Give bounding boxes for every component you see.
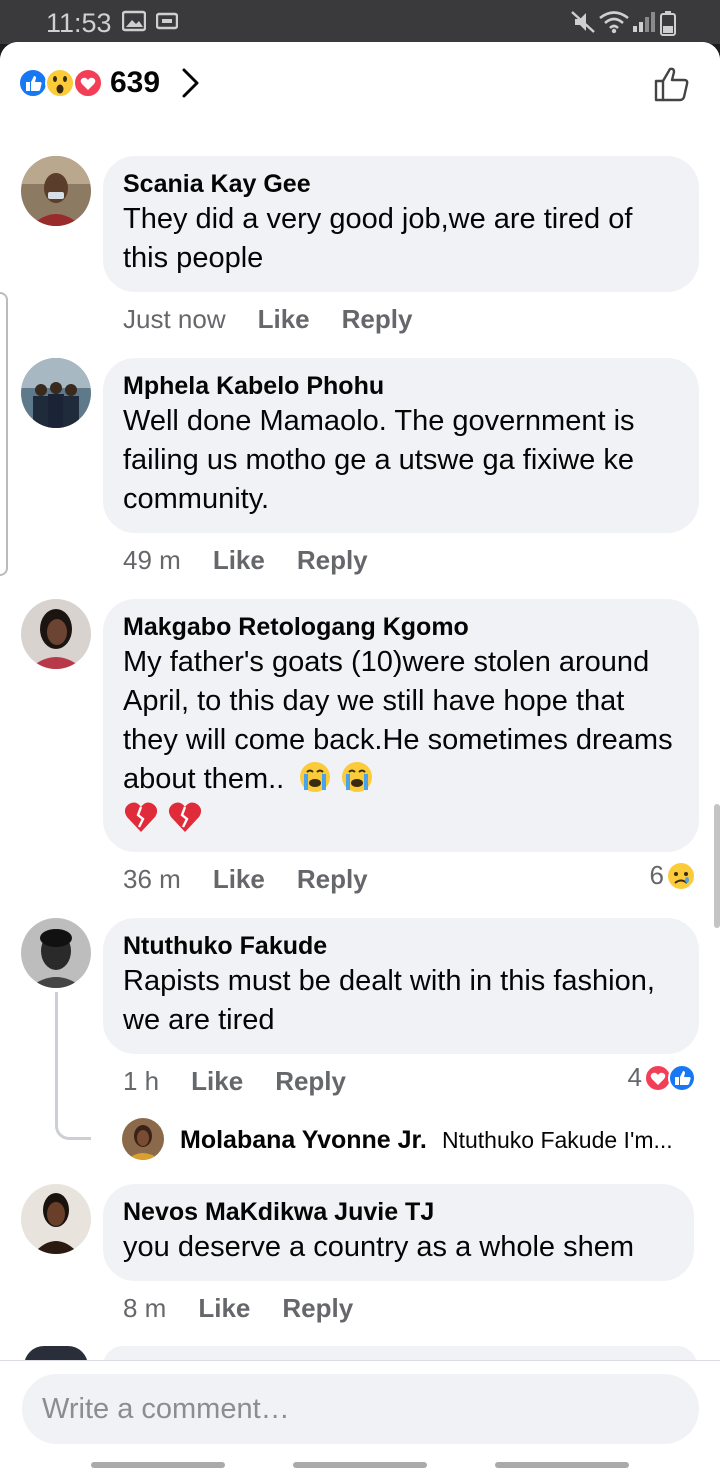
- comment-text: Rapists must be dealt with in this fashi…: [123, 965, 655, 1036]
- like-icon: [668, 1063, 696, 1092]
- comment-composer[interactable]: [22, 1374, 699, 1444]
- reactions-bar: 639: [0, 42, 720, 126]
- comment-author[interactable]: Makgabo Retologang Kgomo: [123, 611, 679, 643]
- comment-reactions[interactable]: 4: [628, 1062, 696, 1093]
- reaction-count[interactable]: 639: [110, 66, 160, 100]
- crying-emoji-icon: [342, 762, 373, 792]
- avatar[interactable]: [122, 1118, 164, 1160]
- avatar[interactable]: [21, 358, 91, 428]
- comment-time: 36 m: [123, 864, 181, 894]
- like-link[interactable]: Like: [258, 304, 310, 335]
- comment-author[interactable]: Nevos MaKdikwa Juvie TJ: [123, 1196, 674, 1228]
- love-icon: [73, 68, 103, 98]
- reply-preview[interactable]: Molabana Yvonne Jr. Ntuthuko Fakude I'm.…: [122, 1118, 702, 1162]
- comment-bubble[interactable]: Ntuthuko Fakude Rapists must be dealt wi…: [103, 918, 699, 1054]
- comment-text: Well done Mamaolo. The government is fai…: [123, 405, 635, 515]
- comment-bubble[interactable]: Makgabo Retologang Kgomo My father's goa…: [103, 599, 699, 852]
- comment-actions: 1 h Like Reply: [123, 1066, 378, 1097]
- like-link[interactable]: Like: [198, 1293, 250, 1324]
- nav-home-button[interactable]: [293, 1462, 427, 1468]
- comments-sheet: 639 Scania Kay Gee They did a very good …: [0, 42, 720, 1480]
- reply-snippet[interactable]: Ntuthuko Fakude I'm...: [442, 1127, 673, 1154]
- comment-text: you deserve a country as a whole shem: [123, 1231, 634, 1263]
- comment-actions: 49 m Like Reply: [123, 545, 400, 576]
- like-link[interactable]: Like: [213, 545, 265, 576]
- gallery-icon: [122, 10, 146, 32]
- reply-link[interactable]: Reply: [297, 545, 368, 576]
- mute-icon: [571, 11, 595, 33]
- avatar[interactable]: [21, 918, 91, 988]
- wow-icon: [45, 68, 75, 98]
- comment-reaction-count: 6: [649, 860, 664, 890]
- chevron-right-icon[interactable]: [180, 66, 202, 100]
- comment-text-body: My father's goats (10)were stolen around…: [123, 646, 673, 795]
- comment-author[interactable]: Scania Kay Gee: [123, 168, 679, 200]
- status-time: 11:53: [46, 8, 112, 38]
- avatar[interactable]: [21, 1184, 91, 1254]
- crying-emoji-icon: [300, 762, 331, 792]
- status-bar: 11:53: [0, 0, 720, 44]
- reply-link[interactable]: Reply: [275, 1066, 346, 1097]
- comment-reaction-count: 4: [627, 1062, 642, 1092]
- comment-time: Just now: [123, 304, 226, 334]
- nav-back-button[interactable]: [495, 1462, 629, 1468]
- reply-link[interactable]: Reply: [342, 304, 413, 335]
- card-icon: [156, 12, 178, 30]
- like-link[interactable]: Like: [191, 1066, 243, 1097]
- comment-time: 1 h: [123, 1066, 160, 1096]
- comment-actions: 36 m Like Reply: [123, 864, 400, 895]
- edge-handle: [0, 292, 8, 576]
- comment-time: 8 m: [123, 1293, 167, 1323]
- like-link[interactable]: Like: [213, 864, 265, 895]
- like-icon: [18, 68, 48, 98]
- reply-author[interactable]: Molabana Yvonne Jr.: [180, 1126, 427, 1155]
- comment-author[interactable]: Mphela Kabelo Phohu: [123, 370, 679, 402]
- comment-actions: 8 m Like Reply: [123, 1293, 385, 1324]
- avatar[interactable]: [21, 599, 91, 669]
- avatar[interactable]: [21, 156, 91, 226]
- comment-reactions[interactable]: 6: [650, 860, 696, 891]
- comment-text: They did a very good job,we are tired of…: [123, 203, 633, 274]
- comment-author[interactable]: Ntuthuko Fakude: [123, 930, 679, 962]
- system-nav-bar: [0, 1454, 720, 1480]
- scrollbar[interactable]: [714, 804, 720, 928]
- comment-bubble[interactable]: Mphela Kabelo Phohu Well done Mamaolo. T…: [103, 358, 699, 533]
- signal-icon: [633, 12, 655, 32]
- nav-recent-button[interactable]: [91, 1462, 225, 1468]
- battery-icon: [660, 11, 676, 36]
- reply-link[interactable]: Reply: [297, 864, 368, 895]
- broken-heart-icon: [168, 802, 202, 832]
- comment-time: 49 m: [123, 545, 181, 575]
- reaction-icons[interactable]: [18, 68, 108, 98]
- thread-connector: [55, 992, 91, 1140]
- reply-link[interactable]: Reply: [282, 1293, 353, 1324]
- comment-input[interactable]: [42, 1374, 672, 1444]
- wifi-icon: [599, 11, 629, 34]
- comment-bubble[interactable]: Scania Kay Gee They did a very good job,…: [103, 156, 699, 292]
- thumbs-up-icon[interactable]: [652, 64, 692, 104]
- sad-icon: [668, 862, 694, 889]
- comment-composer-bar: [0, 1360, 720, 1460]
- comment-actions: Just now Like Reply: [123, 304, 444, 335]
- comment-bubble[interactable]: Nevos MaKdikwa Juvie TJ you deserve a co…: [103, 1184, 694, 1281]
- comment-text: My father's goats (10)were stolen around…: [123, 643, 679, 838]
- broken-heart-icon: [124, 802, 158, 832]
